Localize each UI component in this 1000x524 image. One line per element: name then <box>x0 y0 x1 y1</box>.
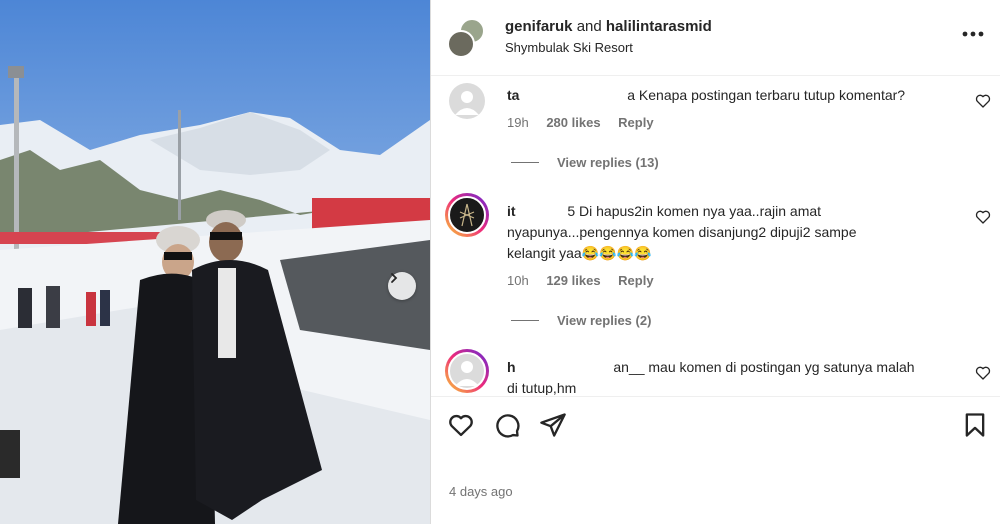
comment-username[interactable]: ta <box>507 87 519 103</box>
share-button-icon[interactable] <box>539 411 567 439</box>
default-avatar-icon <box>455 361 479 386</box>
comment-body: a Kenapa postingan terbaru tutup komenta… <box>627 87 906 103</box>
replies-divider <box>511 320 539 321</box>
action-bar <box>431 396 1000 456</box>
comment-text: h an__ mau komen di postingan yg satunya… <box>507 357 957 395</box>
chevron-right-icon <box>391 273 398 283</box>
replies-divider <box>511 162 539 163</box>
post-view: genifaruk and halilintarasmid Shymbulak … <box>0 0 1000 524</box>
comment-time: 19h <box>507 115 529 130</box>
comment-body-line: 5 Di hapus2in komen nya yaa..rajin amat <box>567 203 822 219</box>
view-replies-label: View replies (13) <box>557 155 659 170</box>
like-button-icon[interactable] <box>447 411 475 439</box>
avatar-image <box>448 352 486 390</box>
more-options-button[interactable] <box>961 22 985 46</box>
photo-scene <box>0 0 430 524</box>
avatar[interactable] <box>449 83 485 119</box>
comment-likes[interactable]: 129 likes <box>546 273 600 288</box>
post-date: 4 days ago <box>449 484 513 499</box>
view-replies-button[interactable]: View replies (2) <box>511 313 651 328</box>
and-label: and <box>576 18 602 35</box>
like-comment-icon[interactable] <box>975 209 991 225</box>
next-photo-button[interactable] <box>388 272 416 300</box>
avatar[interactable] <box>445 349 489 393</box>
comment-meta: 10h 129 likes Reply <box>507 273 668 288</box>
comment-body-line: kelangit yaa😂😂😂😂 <box>507 245 652 261</box>
comment-button-icon[interactable] <box>493 411 521 439</box>
post-authors: genifaruk and halilintarasmid <box>505 18 712 35</box>
view-replies-button[interactable]: View replies (13) <box>511 155 659 170</box>
author-link[interactable]: genifaruk <box>505 18 573 35</box>
comment-time: 10h <box>507 273 529 288</box>
post-photo <box>0 0 430 524</box>
default-avatar-icon <box>455 91 479 115</box>
location-link[interactable]: Shymbulak Ski Resort <box>505 40 633 55</box>
reply-button[interactable]: Reply <box>618 273 653 288</box>
comment-username[interactable]: h <box>507 359 516 375</box>
avatar <box>447 30 475 58</box>
avatar-figure-icon <box>459 203 475 227</box>
post-header: genifaruk and halilintarasmid Shymbulak … <box>431 0 1000 76</box>
save-button-icon[interactable] <box>961 411 989 439</box>
comment-text: it 5 Di hapus2in komen nya yaa..rajin am… <box>507 201 957 264</box>
comment-username[interactable]: it <box>507 203 516 219</box>
post-panel: genifaruk and halilintarasmid Shymbulak … <box>430 0 1000 524</box>
author-link[interactable]: halilintarasmid <box>606 18 712 35</box>
reply-button[interactable]: Reply <box>618 115 653 130</box>
avatar-image <box>448 196 486 234</box>
comment-likes[interactable]: 280 likes <box>546 115 600 130</box>
like-comment-icon[interactable] <box>975 93 991 109</box>
like-comment-icon[interactable] <box>975 365 991 381</box>
comments-list[interactable]: ta a Kenapa postingan terbaru tutup kome… <box>431 77 1000 395</box>
comment-body-line: di tutup,hm <box>507 380 577 395</box>
comment-body-line: an__ mau komen di postingan yg satunya m… <box>613 359 915 375</box>
collab-avatars[interactable] <box>447 18 487 58</box>
more-horizontal-icon <box>962 31 984 37</box>
view-replies-label: View replies (2) <box>557 313 652 328</box>
comment-body-line: nyapunya...pengennya komen disanjung2 di… <box>507 224 857 240</box>
comment-meta: 19h 280 likes Reply <box>507 115 668 130</box>
avatar[interactable] <box>445 193 489 237</box>
comment-text: ta a Kenapa postingan terbaru tutup kome… <box>507 85 957 106</box>
